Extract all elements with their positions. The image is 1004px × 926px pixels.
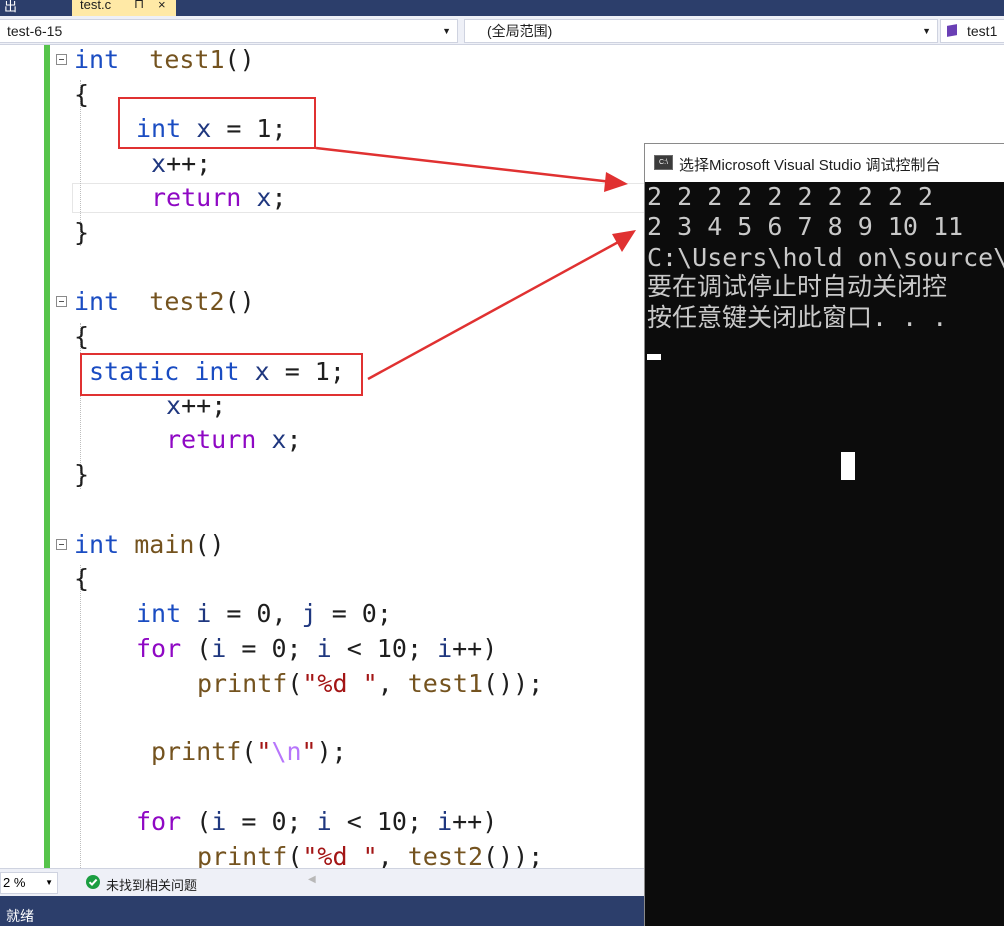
arrow-to-output-line-2 — [367, 230, 636, 381]
annotation-arrows — [315, 146, 636, 381]
arrow-to-output-line-1 — [315, 146, 628, 192]
